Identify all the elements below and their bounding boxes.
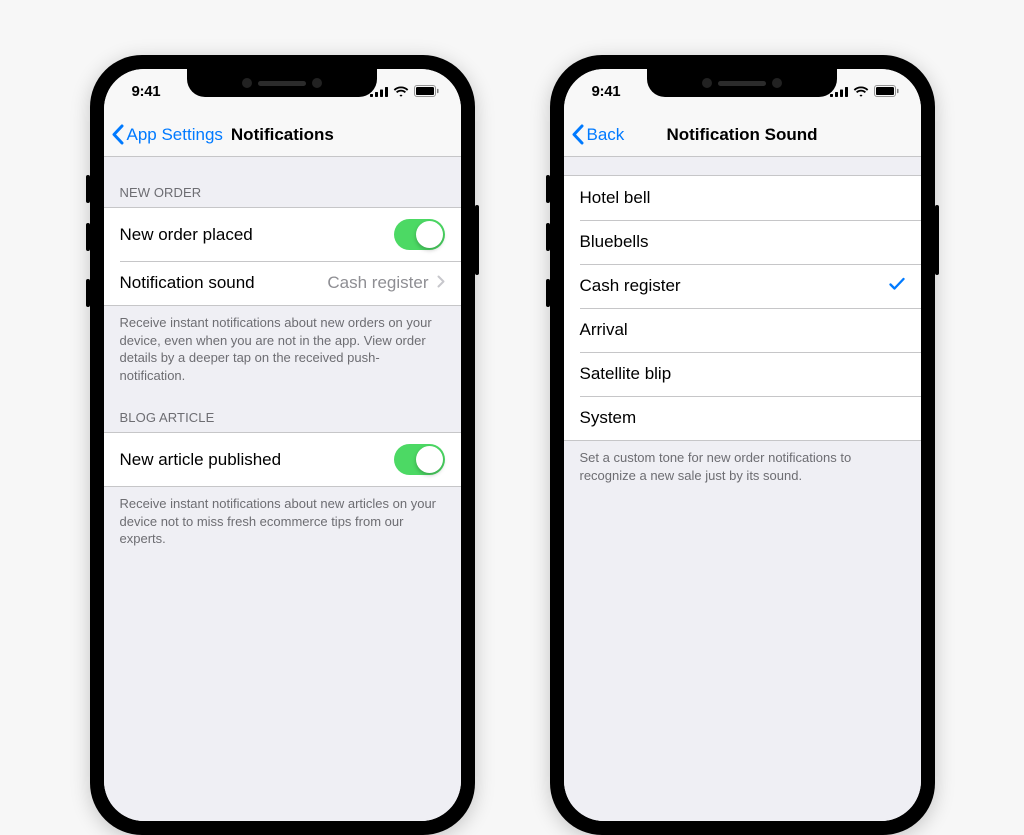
back-button[interactable]: App Settings	[104, 124, 223, 145]
row-value: Cash register	[327, 273, 428, 293]
toggle-new-article[interactable]	[394, 444, 445, 475]
battery-icon	[874, 85, 899, 97]
row-new-order-placed[interactable]: New order placed	[104, 208, 461, 261]
row-label: Notification sound	[120, 273, 328, 293]
section-header-blog: BLOG ARTICLE	[104, 392, 461, 432]
content: Hotel bell Bluebells Cash register Arrival S…	[564, 157, 921, 821]
notch	[187, 69, 377, 97]
sound-option-label: Hotel bell	[580, 188, 905, 208]
sound-option[interactable]: Cash register	[564, 264, 921, 308]
chevron-left-icon	[571, 124, 584, 145]
status-time: 9:41	[132, 83, 161, 100]
row-label: New order placed	[120, 225, 394, 245]
back-label: App Settings	[127, 125, 223, 145]
sound-option-label: Satellite blip	[580, 364, 905, 384]
back-label: Back	[587, 125, 625, 145]
sound-option[interactable]: System	[564, 396, 921, 440]
nav-bar: Back Notification Sound	[564, 113, 921, 157]
content: NEW ORDER New order placed Notification …	[104, 157, 461, 821]
page-title: Notification Sound	[666, 125, 817, 145]
section-header-new-order: NEW ORDER	[104, 157, 461, 207]
sensor-icon	[312, 78, 322, 88]
phone-frame-left: 9:41 App Settings Notifications N	[90, 55, 475, 835]
camera-icon	[702, 78, 712, 88]
screen: 9:41 Back Notification Sound	[564, 69, 921, 821]
screen: 9:41 App Settings Notifications N	[104, 69, 461, 821]
section-blog: New article published	[104, 432, 461, 487]
checkmark-icon	[889, 276, 905, 296]
section-footer-sound: Set a custom tone for new order notifica…	[564, 441, 921, 492]
sensor-icon	[772, 78, 782, 88]
speaker-icon	[258, 81, 306, 86]
status-time: 9:41	[592, 83, 621, 100]
back-button[interactable]: Back	[564, 124, 625, 145]
sound-option-label: Arrival	[580, 320, 905, 340]
sound-options: Hotel bell Bluebells Cash register Arrival S…	[564, 175, 921, 441]
sound-option-label: System	[580, 408, 905, 428]
camera-icon	[242, 78, 252, 88]
notch	[647, 69, 837, 97]
section-new-order: New order placed Notification sound Cash…	[104, 207, 461, 306]
toggle-new-order[interactable]	[394, 219, 445, 250]
wifi-icon	[393, 86, 409, 97]
wifi-icon	[853, 86, 869, 97]
page-title: Notifications	[231, 125, 334, 145]
sound-option[interactable]: Satellite blip	[564, 352, 921, 396]
row-label: New article published	[120, 450, 394, 470]
speaker-icon	[718, 81, 766, 86]
sound-option-label: Cash register	[580, 276, 889, 296]
chevron-right-icon	[437, 273, 445, 293]
section-footer-blog: Receive instant notifications about new …	[104, 487, 461, 556]
phone-frame-right: 9:41 Back Notification Sound	[550, 55, 935, 835]
sound-option[interactable]: Hotel bell	[564, 176, 921, 220]
row-notification-sound[interactable]: Notification sound Cash register	[104, 261, 461, 305]
section-footer-new-order: Receive instant notifications about new …	[104, 306, 461, 392]
battery-icon	[414, 85, 439, 97]
sound-option[interactable]: Arrival	[564, 308, 921, 352]
nav-bar: App Settings Notifications	[104, 113, 461, 157]
row-new-article-published[interactable]: New article published	[104, 433, 461, 486]
sound-option-label: Bluebells	[580, 232, 905, 252]
chevron-left-icon	[111, 124, 124, 145]
sound-option[interactable]: Bluebells	[564, 220, 921, 264]
